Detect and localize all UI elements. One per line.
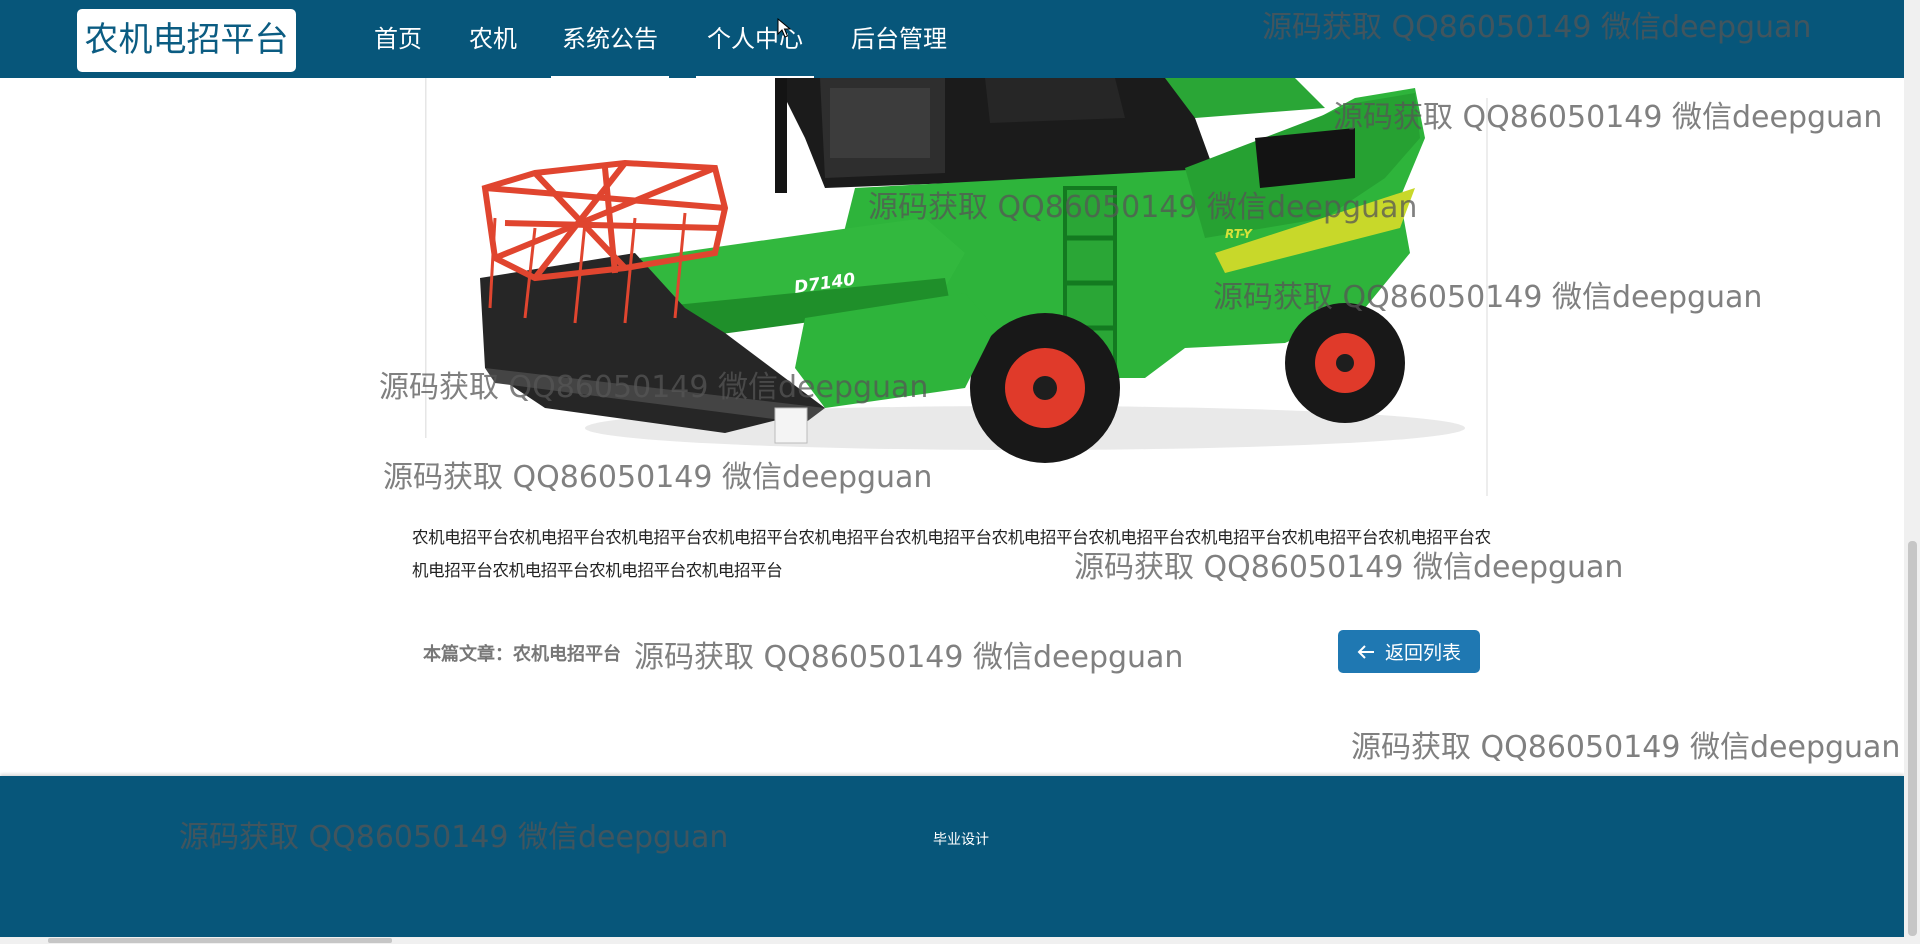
nav-home[interactable]: 首页 xyxy=(374,0,422,78)
arrow-left-icon xyxy=(1357,644,1374,659)
watermark: 源码获取 QQ86050149 微信deepguan xyxy=(1351,730,1901,765)
article-source-text: 本篇文章：农机电招平台 xyxy=(423,644,621,665)
footer-text: 毕业设计 xyxy=(933,832,989,848)
product-image: D7140 RT-Y xyxy=(425,78,1490,496)
vertical-scrollbar[interactable] xyxy=(1904,0,1920,944)
site-logo[interactable]: 农机电招平台 xyxy=(77,9,296,72)
page-footer: 毕业设计 xyxy=(0,776,1904,937)
mouse-cursor-icon xyxy=(777,18,791,38)
watermark: 源码获取 QQ86050149 微信deepguan xyxy=(634,640,1184,675)
nav-personal-center[interactable]: 个人中心 xyxy=(696,0,814,78)
horizontal-scrollbar[interactable] xyxy=(0,937,1904,944)
vertical-scrollbar-thumb[interactable] xyxy=(1908,541,1917,936)
article-body-text: 农机电招平台农机电招平台农机电招平台农机电招平台农机电招平台农机电招平台农机电招… xyxy=(412,528,1491,580)
top-navbar: 农机电招平台 首页 农机 系统公告 个人中心 后台管理 xyxy=(0,0,1904,78)
horizontal-scrollbar-thumb[interactable] xyxy=(48,938,392,943)
nav-announcements[interactable]: 系统公告 xyxy=(551,0,669,78)
side-label: RT-Y xyxy=(1225,227,1253,241)
nav-machinery[interactable]: 农机 xyxy=(469,0,517,78)
back-to-list-button[interactable]: 返回列表 xyxy=(1338,630,1480,673)
back-to-list-label: 返回列表 xyxy=(1384,642,1461,664)
nav-admin[interactable]: 后台管理 xyxy=(851,0,947,78)
